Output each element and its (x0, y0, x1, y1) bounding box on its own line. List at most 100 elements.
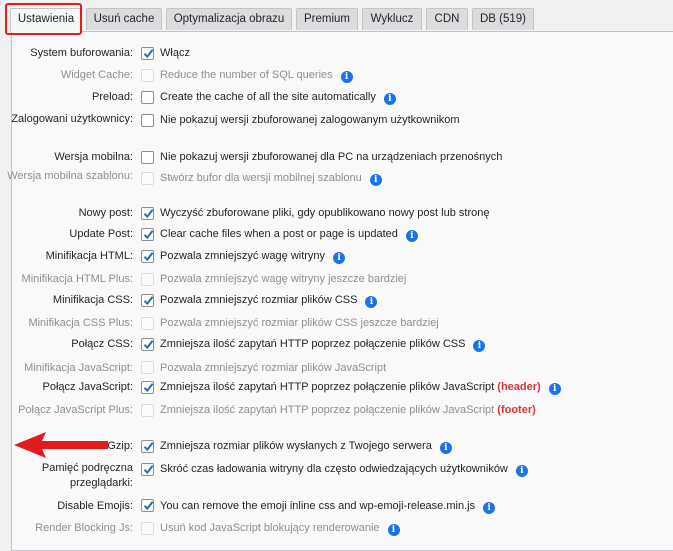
setting-description-text: Reduce the number of SQL queries (160, 69, 333, 81)
setting-label: System buforowania: (30, 47, 133, 59)
info-icon[interactable]: i (387, 524, 400, 536)
setting-description: Włącz (160, 46, 190, 61)
setting-checkbox (141, 404, 154, 417)
setting-description-text: Create the cache of all the site automat… (160, 91, 376, 103)
setting-description-text: Pozwala zmniejszyć rozmiar plików JavaSc… (160, 362, 387, 374)
setting-checkbox (141, 522, 154, 535)
setting-description-text: Nie pokazuj wersji zbuforowanej zalogowa… (160, 114, 460, 126)
setting-description-text: Zmniejsza ilość zapytań HTTP poprzez poł… (160, 338, 466, 350)
tab-usun-cache[interactable]: Usuń cache (86, 8, 162, 30)
setting-description: Create the cache of all the site automat… (160, 90, 396, 105)
setting-label: Minifikacja CSS Plus: (28, 317, 133, 329)
setting-label: Widget Cache: (60, 69, 133, 81)
setting-label: Disable Emojis: (57, 500, 133, 512)
info-icon[interactable]: i (340, 71, 353, 83)
setting-description-text: Usuń kod JavaScript blokujący renderowan… (160, 522, 380, 534)
setting-description: Stwórz bufor dla wersji mobilnej szablon… (160, 171, 382, 186)
setting-description-text: Wyczyść zbuforowane pliki, gdy opublikow… (160, 207, 490, 219)
setting-label: Połącz JavaScript: (42, 381, 133, 393)
tab-optymalizacja-obrazu[interactable]: Optymalizacja obrazu (166, 8, 292, 30)
setting-description: Nie pokazuj wersji zbuforowanej dla PC n… (160, 150, 502, 165)
setting-label: Minifikacja CSS: (52, 294, 133, 306)
setting-description-text: Zmniejsza ilość zapytań HTTP poprzez poł… (160, 404, 495, 416)
tab-wyklucz[interactable]: Wyklucz (362, 8, 422, 30)
setting-description: Zmniejsza rozmiar plików wysłanych z Two… (160, 439, 452, 454)
setting-label: Minifikacja HTML: (45, 250, 133, 262)
checkmark-icon (143, 442, 154, 452)
info-icon[interactable]: i (473, 340, 486, 352)
tab-premium[interactable]: Premium (296, 8, 358, 30)
setting-extra: (footer) (497, 404, 536, 416)
checkmark-icon (143, 252, 154, 262)
setting-description: Nie pokazuj wersji zbuforowanej zalogowa… (160, 113, 460, 128)
info-icon[interactable]: i (483, 502, 496, 514)
info-icon[interactable]: i (365, 296, 378, 308)
setting-description: Reduce the number of SQL queries i (160, 68, 353, 83)
setting-description: Zmniejsza ilość zapytań HTTP poprzez poł… (160, 403, 536, 418)
setting-checkbox[interactable] (141, 91, 154, 104)
setting-description-text: Pozwala zmniejszyć rozmiar plików CSS je… (160, 317, 439, 329)
setting-label: Pamięć podręczna przeglądarki: (41, 462, 133, 489)
setting-checkbox[interactable] (141, 499, 154, 512)
setting-description-text: Skróć czas ładowania witryny dla często … (160, 463, 508, 475)
setting-description-text: Zmniejsza rozmiar plików wysłanych z Two… (160, 440, 432, 452)
setting-checkbox[interactable] (141, 250, 154, 263)
info-icon[interactable]: i (515, 465, 528, 477)
setting-checkbox (141, 361, 154, 374)
setting-checkbox[interactable] (141, 228, 154, 241)
info-icon[interactable]: i (439, 442, 452, 454)
setting-description-text: Zmniejsza ilość zapytań HTTP poprzez poł… (160, 381, 495, 393)
setting-checkbox[interactable] (141, 47, 154, 60)
setting-label: Nowy post: (78, 207, 133, 219)
setting-description-text: Pozwala zmniejszyć wagę witryny (160, 250, 326, 262)
checkmark-icon (143, 209, 154, 219)
info-icon[interactable]: i (383, 93, 396, 105)
checkmark-icon (143, 465, 154, 475)
setting-description: Usuń kod JavaScript blokujący renderowan… (160, 521, 400, 536)
info-icon[interactable]: i (548, 383, 561, 395)
setting-description: Pozwala zmniejszyć rozmiar plików CSS je… (160, 316, 439, 331)
setting-label: Minifikacja JavaScript: (24, 362, 133, 374)
setting-checkbox (141, 273, 154, 286)
active-tab-highlight (5, 3, 82, 35)
setting-label: Render Blocking Js: (35, 522, 133, 534)
setting-checkbox (141, 317, 154, 330)
setting-checkbox[interactable] (141, 207, 154, 220)
info-icon[interactable]: i (369, 174, 382, 186)
setting-description: Clear cache files when a post or page is… (160, 227, 418, 242)
setting-description-text: Włącz (160, 47, 190, 59)
setting-description: Pozwala zmniejszyć wagę witryny jeszcze … (160, 272, 406, 287)
tab-cdn[interactable]: CDN (426, 8, 468, 30)
setting-checkbox (141, 172, 154, 185)
setting-label: Preload: (92, 91, 133, 103)
checkmark-icon (143, 296, 154, 306)
setting-checkbox[interactable] (141, 114, 154, 127)
checkmark-icon (143, 501, 154, 511)
setting-checkbox[interactable] (141, 381, 154, 394)
setting-checkbox[interactable] (141, 294, 154, 307)
setting-description: Zmniejsza ilość zapytań HTTP poprzez poł… (160, 337, 486, 352)
setting-label: Zalogowani użytkownicy: (11, 113, 133, 125)
setting-description-text: Stwórz bufor dla wersji mobilnej szablon… (160, 172, 362, 184)
setting-label: Wersja mobilna: (54, 151, 133, 163)
setting-description-text: Pozwala zmniejszyć rozmiar plików CSS (160, 294, 358, 306)
setting-label: Połącz CSS: (71, 338, 133, 350)
setting-checkbox[interactable] (141, 463, 154, 476)
setting-description: Wyczyść zbuforowane pliki, gdy opublikow… (160, 206, 489, 221)
tab-db[interactable]: DB (519) (472, 8, 534, 30)
setting-checkbox[interactable] (141, 440, 154, 453)
info-icon[interactable]: i (333, 252, 346, 264)
setting-description: Pozwala zmniejszyć rozmiar plików CSS i (160, 293, 378, 308)
checkmark-icon (143, 49, 154, 59)
info-icon[interactable]: i (405, 230, 418, 242)
setting-description: Pozwala zmniejszyć wagę witryny i (160, 249, 346, 264)
setting-label: Połącz JavaScript Plus: (18, 404, 133, 416)
setting-description-text: Clear cache files when a post or page is… (160, 228, 398, 240)
setting-description: Pozwala zmniejszyć rozmiar plików JavaSc… (160, 361, 386, 376)
setting-description-text: Pozwala zmniejszyć wagę witryny jeszcze … (160, 273, 407, 285)
setting-description-text: You can remove the emoji inline css and … (160, 500, 476, 512)
setting-checkbox[interactable] (141, 151, 154, 164)
setting-label: Wersja mobilna szablonu: (7, 170, 133, 182)
setting-checkbox[interactable] (141, 338, 154, 351)
setting-description: You can remove the emoji inline css and … (160, 499, 496, 514)
